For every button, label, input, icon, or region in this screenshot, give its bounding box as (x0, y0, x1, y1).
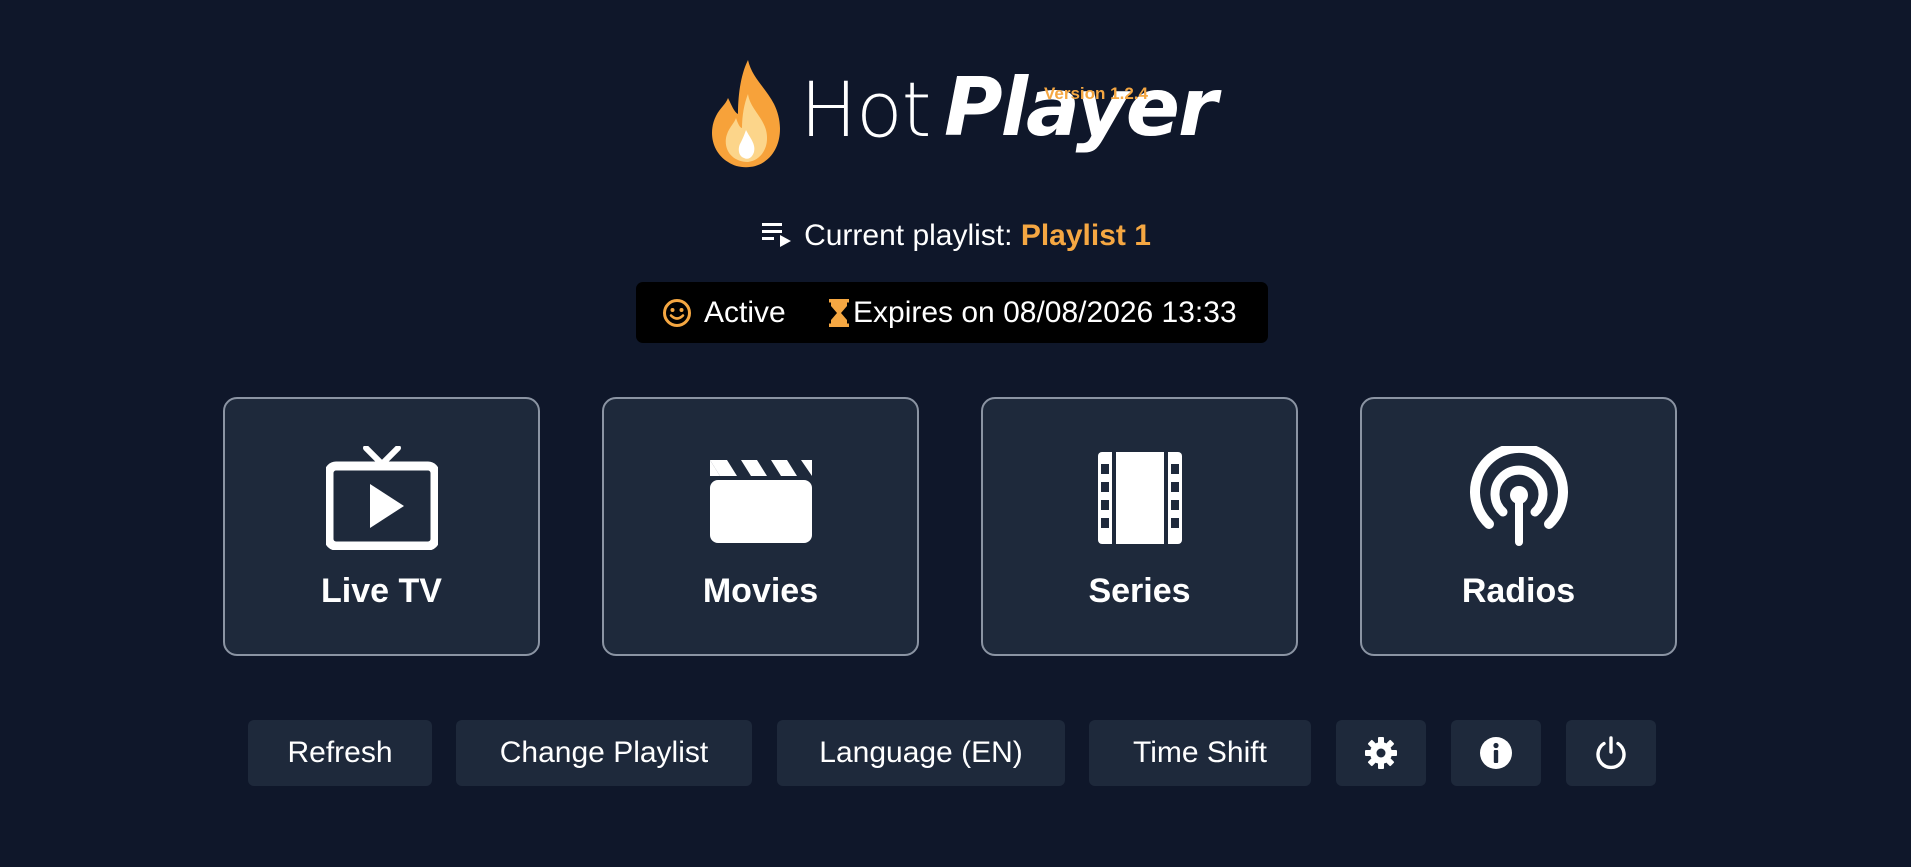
menu-card-series[interactable]: Series (981, 397, 1298, 656)
menu-card-label: Live TV (321, 572, 442, 610)
app-name-bold: Player (944, 61, 1217, 154)
clapperboard-icon (709, 460, 812, 543)
language-button[interactable]: Language (EN) (777, 720, 1065, 786)
smile-icon (663, 299, 691, 327)
version-label: Version 1.2.4 (1044, 84, 1148, 103)
power-icon (1596, 736, 1626, 770)
gear-icon (1365, 737, 1397, 769)
menu-card-label: Series (1088, 572, 1191, 610)
info-button[interactable] (1451, 720, 1541, 786)
status-expiry: Expires on 08/08/2026 13:33 (853, 296, 1237, 329)
menu-card-radios[interactable]: Radios (1360, 397, 1677, 656)
home-screen: Hot Player Version 1.2.4 Current playlis… (0, 0, 1911, 867)
menu-card-label: Radios (1461, 572, 1576, 610)
menu-card-movies[interactable]: Movies (602, 397, 919, 656)
film-strip-icon (1097, 452, 1182, 544)
tv-icon (325, 446, 438, 550)
current-playlist-label: Current playlist: (804, 219, 1013, 252)
app-logo: Hot Player Version 1.2.4 (708, 54, 1217, 172)
current-playlist: Current playlist: Playlist 1 (0, 216, 1911, 256)
change-playlist-button[interactable]: Change Playlist (456, 720, 752, 786)
menu-card-label: Movies (702, 572, 819, 610)
hourglass-icon (829, 299, 849, 327)
info-icon (1480, 737, 1512, 769)
menu-card-live-tv[interactable]: Live TV (223, 397, 540, 656)
time-shift-button[interactable]: Time Shift (1089, 720, 1311, 786)
current-playlist-name: Playlist 1 (1020, 219, 1151, 252)
settings-button[interactable] (1336, 720, 1426, 786)
playlist-play-icon (762, 223, 792, 248)
status-state: Active (704, 296, 786, 329)
power-button[interactable] (1566, 720, 1656, 786)
app-name-light: Hot (800, 65, 931, 154)
flame-icon (712, 60, 780, 168)
refresh-button[interactable]: Refresh (248, 720, 432, 786)
broadcast-icon (1469, 446, 1568, 546)
subscription-status: Active Expires on 08/08/2026 13:33 (636, 282, 1268, 343)
